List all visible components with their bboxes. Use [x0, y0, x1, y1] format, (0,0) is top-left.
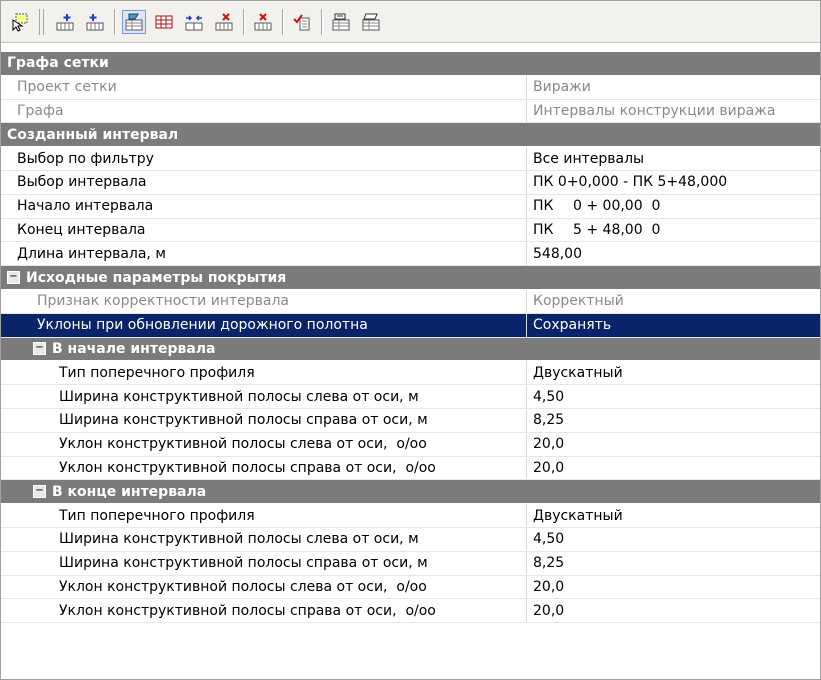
- properties-icon[interactable]: [122, 9, 146, 34]
- collapse-icon[interactable]: −: [33, 342, 46, 356]
- length-field[interactable]: 548,00: [527, 242, 820, 265]
- property-label: Начало интервала: [1, 194, 527, 218]
- property-row[interactable]: Уклон конструктивной полосы слева от оси…: [1, 575, 820, 600]
- property-value[interactable]: 20,0: [527, 457, 820, 480]
- property-row[interactable]: Ширина конструктивной полосы справа от о…: [1, 551, 820, 576]
- property-label: Конец интервала: [1, 218, 527, 242]
- filter-select[interactable]: Все интервалы: [527, 147, 820, 170]
- property-row[interactable]: Начало интервала ПК 0 + 00,00 0: [1, 194, 820, 219]
- pk-prefix: ПК: [533, 198, 554, 215]
- property-label: Ширина конструктивной полосы справа от о…: [1, 408, 527, 432]
- subcategory-header[interactable]: − В начале интервала: [1, 337, 820, 362]
- check-list-icon[interactable]: [290, 10, 314, 34]
- property-label: Проект сетки: [1, 75, 527, 99]
- property-value: Виражи: [533, 79, 591, 96]
- pk-value: 0 + 00,00 0: [573, 198, 661, 215]
- property-row[interactable]: Выбор интервала ПК 0+0,000 - ПК 5+48,000: [1, 170, 820, 195]
- property-label: Уклон конструктивной полосы справа от ос…: [1, 456, 527, 480]
- property-value[interactable]: 20,0: [527, 433, 820, 456]
- property-label: Тип поперечного профиля: [1, 504, 527, 527]
- delete-all-icon[interactable]: [251, 10, 275, 34]
- property-label: Ширина конструктивной полосы слева от ос…: [1, 385, 527, 408]
- select-icon[interactable]: [8, 10, 32, 34]
- property-value[interactable]: 4,50: [527, 528, 820, 551]
- start-pk-field[interactable]: ПК 0 + 00,00 0: [527, 195, 820, 218]
- split-interval-icon[interactable]: [182, 10, 206, 34]
- property-label: Уклоны при обновлении дорожного полотна: [1, 313, 527, 337]
- property-label: Признак корректности интервала: [1, 289, 527, 313]
- toolbar-separator: [282, 8, 283, 35]
- category-label: Исходные параметры покрытия: [26, 269, 287, 286]
- end-pk-field[interactable]: ПК 5 + 48,00 0: [527, 219, 820, 242]
- category-header[interactable]: Созданный интервал: [1, 123, 820, 148]
- property-label: Ширина конструктивной полосы слева от ос…: [1, 527, 527, 551]
- property-label: Уклон конструктивной полосы справа от ос…: [1, 599, 527, 623]
- add-row-after-icon[interactable]: [83, 10, 107, 34]
- category-title: − В начале интервала: [1, 338, 215, 361]
- property-row[interactable]: Ширина конструктивной полосы справа от о…: [1, 408, 820, 433]
- pk-value: 5 + 48,00 0: [573, 221, 661, 238]
- subcategory-header[interactable]: − В конце интервала: [1, 480, 820, 505]
- property-row[interactable]: Ширина конструктивной полосы слева от ос…: [1, 527, 820, 552]
- import-icon[interactable]: [359, 10, 383, 34]
- property-row[interactable]: Уклон конструктивной полосы слева от оси…: [1, 432, 820, 457]
- toolbar-separator: [114, 8, 115, 35]
- property-grid-window: Графа сетки Проект сетки Виражи Графа Ин…: [0, 0, 821, 680]
- toolbar-separator: [321, 8, 322, 35]
- property-value: Интервалы конструкции виража: [533, 102, 776, 119]
- toolbar: [1, 1, 820, 43]
- property-row[interactable]: Выбор по фильтру Все интервалы: [1, 147, 820, 171]
- property-grid: Графа сетки Проект сетки Виражи Графа Ин…: [1, 52, 820, 624]
- toolbar-separator: [243, 8, 244, 35]
- property-row[interactable]: Уклон конструктивной полосы справа от ос…: [1, 599, 820, 624]
- property-label: Уклон конструктивной полосы слева от оси…: [1, 432, 527, 456]
- property-label: Уклон конструктивной полосы слева от оси…: [1, 575, 527, 599]
- pk-prefix: ПК: [533, 221, 554, 238]
- property-value[interactable]: 8,25: [527, 552, 820, 575]
- property-value[interactable]: 20,0: [527, 599, 820, 622]
- category-header[interactable]: Графа сетки: [1, 52, 820, 76]
- property-row[interactable]: Уклон конструктивной полосы справа от ос…: [1, 456, 820, 481]
- property-value[interactable]: Двускатный: [527, 361, 820, 384]
- property-row[interactable]: Признак корректности интервала Корректны…: [1, 289, 820, 314]
- property-row[interactable]: Ширина конструктивной полосы слева от ос…: [1, 385, 820, 409]
- property-value[interactable]: 4,50: [527, 385, 820, 408]
- export-icon[interactable]: [329, 10, 353, 34]
- category-label: Созданный интервал: [7, 126, 179, 143]
- property-value: Корректный: [533, 293, 624, 310]
- toolbar-grip[interactable]: [39, 8, 44, 35]
- category-title: − В конце интервала: [1, 480, 206, 503]
- property-label: Ширина конструктивной полосы справа от о…: [1, 551, 527, 575]
- property-value[interactable]: 20,0: [527, 576, 820, 599]
- collapse-icon[interactable]: −: [7, 271, 20, 285]
- table-icon[interactable]: [152, 10, 176, 34]
- category-label: Графа сетки: [7, 55, 109, 72]
- category-label: В конце интервала: [52, 483, 207, 500]
- property-label: Длина интервала, м: [1, 242, 527, 266]
- property-row[interactable]: Тип поперечного профиля Двускатный: [1, 504, 820, 528]
- category-header[interactable]: − Исходные параметры покрытия: [1, 266, 820, 290]
- category-title: − Исходные параметры покрытия: [1, 266, 286, 289]
- property-value[interactable]: Двускатный: [527, 504, 820, 527]
- property-row[interactable]: Графа Интервалы конструкции виража: [1, 99, 820, 124]
- slopes-select[interactable]: Сохранять: [527, 313, 820, 337]
- property-label: Выбор интервала: [1, 170, 527, 194]
- property-label: Выбор по фильтру: [1, 147, 527, 170]
- property-row[interactable]: Конец интервала ПК 5 + 48,00 0: [1, 218, 820, 243]
- category-label: В начале интервала: [52, 340, 216, 357]
- property-row[interactable]: Проект сетки Виражи: [1, 75, 820, 100]
- collapse-icon[interactable]: −: [33, 485, 46, 499]
- delete-interval-icon[interactable]: [212, 10, 236, 34]
- property-row[interactable]: Тип поперечного профиля Двускатный: [1, 361, 820, 386]
- add-row-before-icon[interactable]: [53, 10, 77, 34]
- property-label: Графа: [1, 99, 527, 123]
- property-row[interactable]: Длина интервала, м 548,00: [1, 242, 820, 267]
- property-row-selected[interactable]: Уклоны при обновлении дорожного полотна …: [1, 313, 820, 338]
- property-label: Тип поперечного профиля: [1, 361, 527, 385]
- property-value[interactable]: 8,25: [527, 409, 820, 432]
- interval-select[interactable]: ПК 0+0,000 - ПК 5+48,000: [527, 171, 820, 194]
